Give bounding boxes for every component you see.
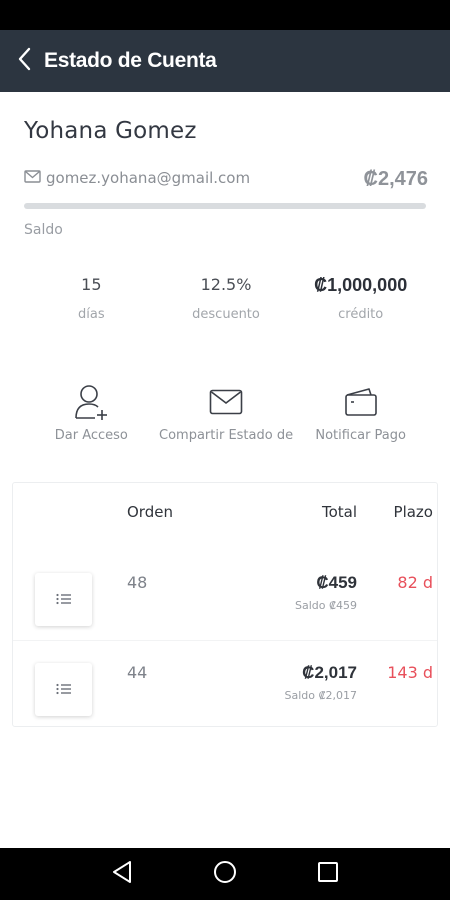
balance-label: Saldo bbox=[24, 222, 63, 238]
order-term: 82 d bbox=[397, 573, 433, 592]
action-label: Compartir Estado de Cuenta bbox=[159, 428, 293, 443]
order-term: 143 d bbox=[387, 663, 433, 682]
chevron-left-icon bbox=[17, 47, 31, 75]
action-label: Notificar Pago bbox=[315, 428, 406, 443]
list-icon bbox=[55, 680, 72, 699]
order-total: ₡2,017 bbox=[302, 663, 357, 682]
share-statement-button[interactable]: Compartir Estado de Cuenta bbox=[159, 382, 294, 443]
order-detail-button[interactable] bbox=[35, 663, 92, 716]
stat-value: ₡1,000,000 bbox=[314, 275, 408, 295]
table-row[interactable]: 44 ₡2,017 Saldo ₡2,017 143 d bbox=[13, 643, 437, 731]
stat-days: 15 días bbox=[24, 275, 159, 322]
nav-home-button[interactable] bbox=[205, 854, 245, 894]
nav-back-button[interactable] bbox=[102, 854, 142, 894]
stat-label: crédito bbox=[338, 307, 384, 322]
order-number: 48 bbox=[127, 573, 148, 592]
circle-home-icon bbox=[213, 860, 237, 888]
actions-row: Dar Acceso Compartir Estado de Cuenta No… bbox=[24, 382, 428, 443]
app-bar: Estado de Cuenta bbox=[0, 30, 450, 92]
order-balance: Saldo ₡459 bbox=[295, 599, 357, 612]
email-text: gomez.yohana@gmail.com bbox=[46, 168, 251, 187]
mail-icon bbox=[24, 168, 41, 187]
stat-credit: ₡1,000,000 crédito bbox=[293, 275, 428, 322]
action-label: Dar Acceso bbox=[54, 428, 128, 443]
balance-progress-fill bbox=[24, 203, 426, 209]
wallet-icon bbox=[344, 382, 378, 422]
column-header-order: Orden bbox=[127, 503, 173, 521]
page-title: Estado de Cuenta bbox=[44, 49, 217, 72]
give-access-button[interactable]: Dar Acceso bbox=[24, 382, 159, 443]
order-number: 44 bbox=[127, 663, 148, 682]
stats-row: 15 días 12.5% descuento ₡1,000,000 crédi… bbox=[24, 275, 428, 322]
notify-payment-button[interactable]: Notificar Pago bbox=[293, 382, 428, 443]
order-balance: Saldo ₡2,017 bbox=[284, 689, 357, 702]
stat-discount: 12.5% descuento bbox=[159, 275, 294, 322]
column-header-term: Plazo bbox=[393, 503, 433, 521]
order-detail-button[interactable] bbox=[35, 573, 92, 626]
table-row[interactable]: 48 ₡459 Saldo ₡459 82 d bbox=[13, 553, 437, 641]
orders-table: Orden Total Plazo 48 ₡459 Saldo ₡459 82 … bbox=[12, 482, 438, 727]
column-header-total: Total bbox=[321, 503, 357, 521]
triangle-back-icon bbox=[111, 860, 133, 888]
back-button[interactable] bbox=[4, 30, 44, 92]
mail-icon bbox=[209, 382, 243, 422]
balance-amount: ₡2,476 bbox=[363, 168, 429, 190]
stat-label: descuento bbox=[192, 307, 260, 322]
status-bar bbox=[0, 0, 450, 30]
square-recents-icon bbox=[317, 861, 339, 887]
stat-value: 15 bbox=[81, 275, 102, 294]
order-total: ₡459 bbox=[316, 573, 357, 592]
profile-section: Yohana Gomez gomez.yohana@gmail.com ₡2,4… bbox=[24, 118, 428, 238]
nav-recents-button[interactable] bbox=[308, 854, 348, 894]
orders-table-header: Orden Total Plazo bbox=[13, 483, 437, 543]
stat-value: 12.5% bbox=[200, 275, 252, 294]
list-icon bbox=[55, 590, 72, 609]
add-user-icon bbox=[73, 382, 109, 422]
balance-progress-bar bbox=[24, 203, 426, 209]
stat-label: días bbox=[78, 307, 105, 322]
system-nav-bar bbox=[0, 848, 450, 900]
user-name: Yohana Gomez bbox=[24, 118, 197, 144]
email-row: gomez.yohana@gmail.com bbox=[24, 168, 250, 187]
